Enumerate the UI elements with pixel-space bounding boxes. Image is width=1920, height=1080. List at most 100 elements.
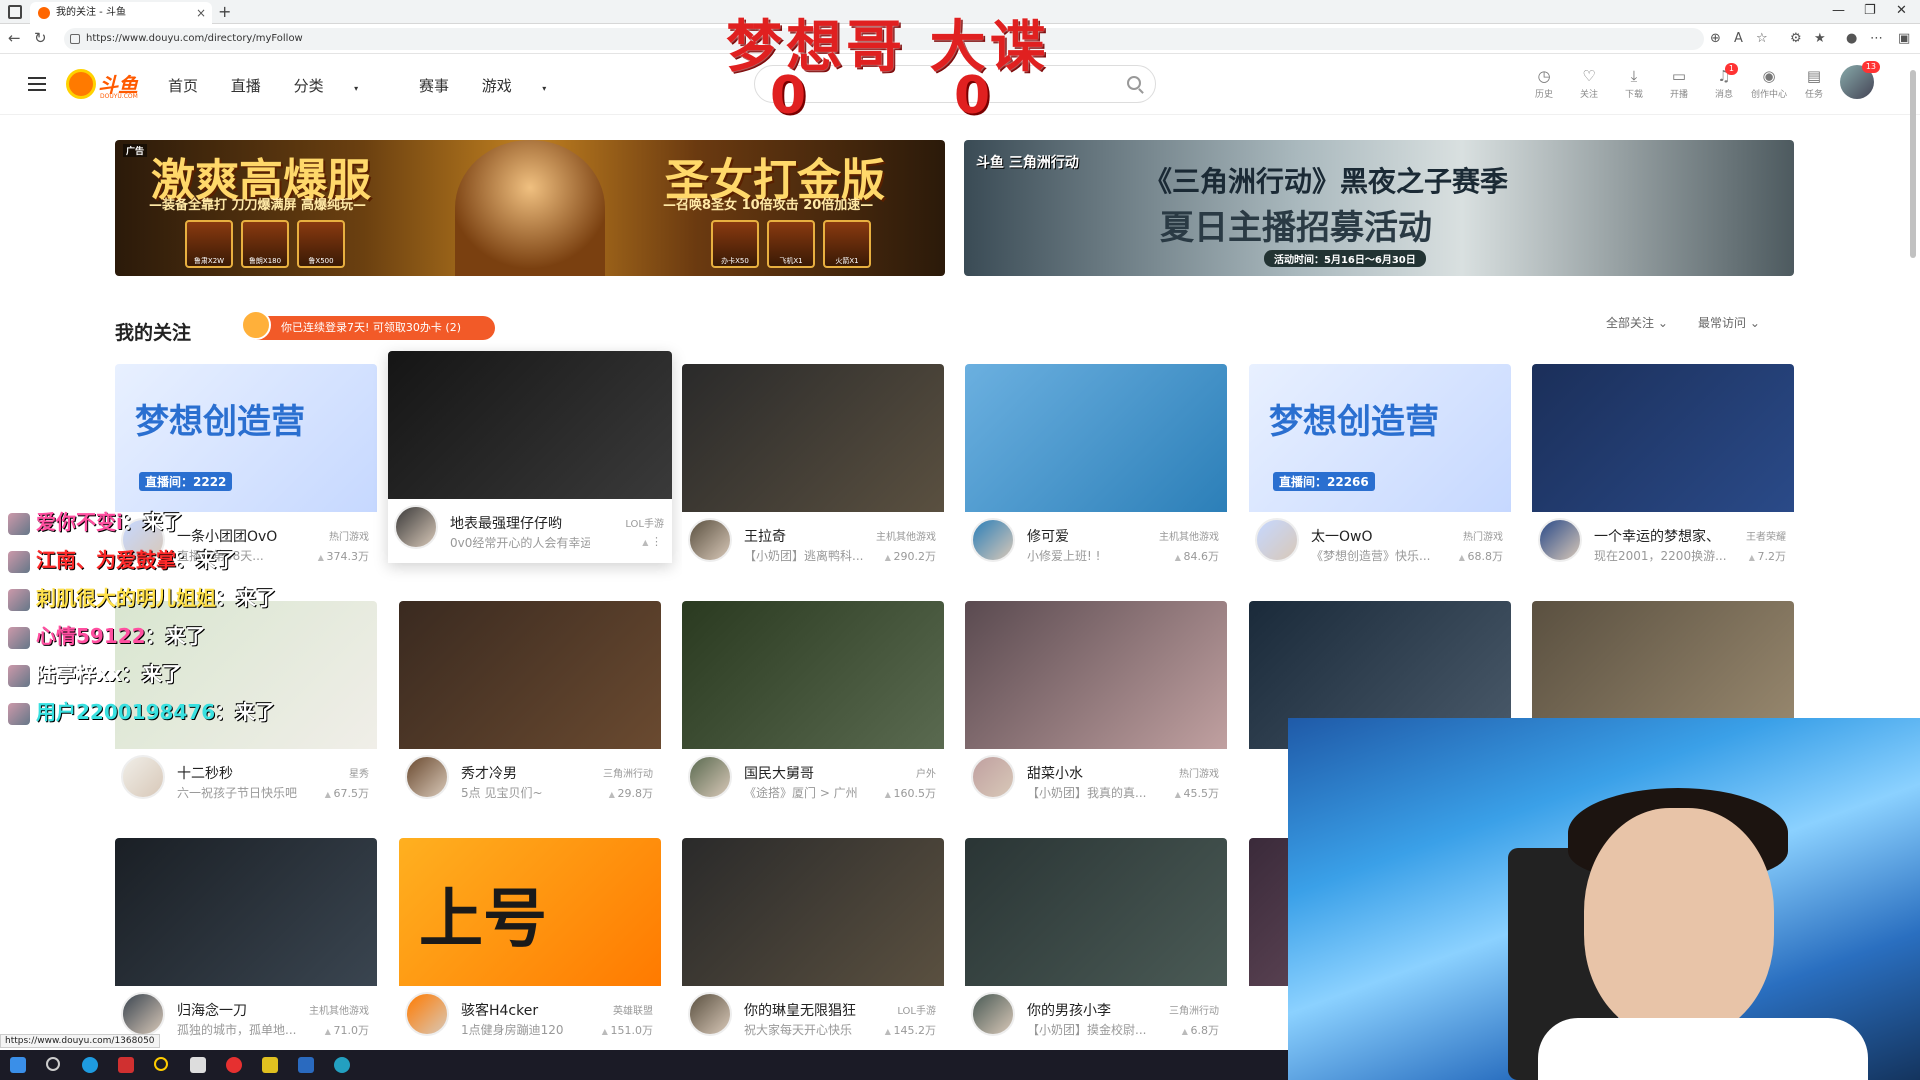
minimize-icon[interactable]: — xyxy=(1832,3,1845,18)
card-thumbnail[interactable] xyxy=(965,838,1227,986)
back-icon[interactable]: ← xyxy=(8,29,21,47)
ad-banner-right[interactable]: 斗鱼 三角洲行动 《三角洲行动》黑夜之子赛季 夏日主播招募活动 活动时间：5月1… xyxy=(964,140,1794,276)
category-label[interactable]: 英雄联盟 xyxy=(613,1002,653,1017)
read-aloud-icon[interactable]: A xyxy=(1734,31,1743,46)
header-camera-button[interactable]: ▭ 开播 xyxy=(1661,67,1697,100)
app-arrow-icon[interactable] xyxy=(190,1057,206,1073)
sidebar-icon[interactable]: ▣ xyxy=(1898,31,1910,46)
category-label[interactable]: 三角洲行动 xyxy=(1169,1002,1219,1017)
search-icon[interactable] xyxy=(46,1057,60,1071)
card-thumbnail[interactable]: 上号 xyxy=(399,838,661,986)
streamer-name[interactable]: 地表最强理仔仔哟 xyxy=(450,513,562,533)
profile-icon[interactable]: ● xyxy=(1846,31,1857,46)
more-options-icon[interactable]: ⋮ xyxy=(642,535,662,548)
card-thumbnail[interactable] xyxy=(399,601,661,749)
extensions-icon[interactable]: ⚙ xyxy=(1790,31,1802,46)
header-heart-button[interactable]: ♡ 关注 xyxy=(1571,67,1607,100)
filter-all-dropdown[interactable]: 全部关注 ⌄ xyxy=(1606,314,1668,331)
streamer-avatar[interactable] xyxy=(971,992,1015,1036)
follow-card[interactable]: 地表最强理仔仔哟 LOL手游 0v0经常开心的人会有幸运! ⋮ xyxy=(388,351,672,563)
collections-icon[interactable]: ★ xyxy=(1814,31,1826,46)
card-thumbnail[interactable] xyxy=(388,351,672,499)
streamer-avatar[interactable] xyxy=(688,992,732,1036)
streamer-name[interactable]: 你的琳皇无限猖狂 xyxy=(744,1000,856,1020)
login-reward-pill[interactable]: 你已连续登录7天! 可领取30办卡 (2) xyxy=(241,310,495,340)
app-red-icon[interactable] xyxy=(226,1057,242,1073)
page-scrollbar[interactable] xyxy=(1910,70,1916,258)
refresh-icon[interactable]: ↻ xyxy=(34,29,47,47)
header-bell-button[interactable]: ♫ 消息 1 xyxy=(1706,63,1742,100)
follow-card[interactable]: 你的男孩小李 三角洲行动【小奶团】摸金校尉... 6.8万 xyxy=(965,838,1227,1050)
streamer-name[interactable]: 一个幸运的梦想家、 xyxy=(1594,526,1720,546)
app-icon[interactable] xyxy=(118,1057,134,1073)
streamer-avatar[interactable] xyxy=(405,755,449,799)
card-thumbnail[interactable] xyxy=(1532,364,1794,512)
follow-card[interactable]: 国民大舅哥 户外《途搭》厦门 > 广州 160.5万 xyxy=(682,601,944,813)
streamer-avatar[interactable] xyxy=(121,992,165,1036)
streamer-name[interactable]: 你的男孩小李 xyxy=(1027,1000,1111,1020)
streamer-avatar[interactable] xyxy=(688,518,732,562)
streamer-avatar[interactable] xyxy=(1538,518,1582,562)
streamer-name[interactable]: 骇客H4cker xyxy=(461,1000,538,1020)
streamer-avatar[interactable] xyxy=(405,992,449,1036)
streamer-name[interactable]: 秀才冷男 xyxy=(461,763,517,783)
favorite-star-icon[interactable]: ☆ xyxy=(1756,31,1768,46)
streamer-avatar[interactable] xyxy=(121,755,165,799)
category-label[interactable]: 王者荣耀 xyxy=(1746,528,1786,543)
follow-card[interactable]: 修可爱 主机其他游戏小修爱上班! ! 84.6万 xyxy=(965,364,1227,576)
menu-icon[interactable] xyxy=(28,77,46,91)
streamer-avatar[interactable] xyxy=(394,505,438,549)
nav-games[interactable]: 游戏 ▾ xyxy=(482,77,575,95)
header-clock-button[interactable]: ◷ 历史 xyxy=(1526,67,1562,100)
streamer-name[interactable]: 甜菜小水 xyxy=(1027,763,1083,783)
category-label[interactable]: 主机其他游戏 xyxy=(309,1002,369,1017)
category-label[interactable]: 星秀 xyxy=(349,765,369,780)
follow-card[interactable]: 上号骇客H4cker 英雄联盟 1点健身房蹦迪120 151.0万 xyxy=(399,838,661,1050)
category-label[interactable]: 三角洲行动 xyxy=(603,765,653,780)
streamer-avatar[interactable] xyxy=(688,755,732,799)
close-tab-icon[interactable]: × xyxy=(196,2,206,24)
category-label[interactable]: 主机其他游戏 xyxy=(876,528,936,543)
app-yellow-icon[interactable] xyxy=(262,1057,278,1073)
streamer-name[interactable]: 一条小团团OvO xyxy=(177,526,277,546)
more-icon[interactable]: ⋯ xyxy=(1870,31,1883,46)
category-label[interactable]: 户外 xyxy=(916,765,936,780)
category-label[interactable]: LOL手游 xyxy=(625,515,664,530)
streamer-name[interactable]: 王拉奇 xyxy=(744,526,786,546)
card-thumbnail[interactable] xyxy=(682,601,944,749)
follow-card[interactable]: 王拉奇 主机其他游戏【小奶团】逃离鸭科... 290.2万 xyxy=(682,364,944,576)
card-thumbnail[interactable]: 梦想创造营 直播间：22266 xyxy=(1249,364,1511,512)
restore-icon[interactable]: ❐ xyxy=(1864,3,1876,18)
streamer-avatar[interactable] xyxy=(1255,518,1299,562)
streamer-name[interactable]: 归海念一刀 xyxy=(177,1000,247,1020)
nav-home[interactable]: 首页 xyxy=(168,77,198,95)
streamer-name[interactable]: 修可爱 xyxy=(1027,526,1069,546)
card-thumbnail[interactable] xyxy=(115,838,377,986)
nav-events[interactable]: 赛事 xyxy=(419,77,449,95)
category-label[interactable]: LOL手游 xyxy=(897,1002,936,1017)
streamer-name[interactable]: 十二秒秒 xyxy=(177,763,233,783)
category-label[interactable]: 热门游戏 xyxy=(329,528,369,543)
app-blue-icon[interactable] xyxy=(334,1057,350,1073)
follow-card[interactable]: 甜菜小水 热门游戏【小奶团】我真的真... 45.5万 xyxy=(965,601,1227,813)
nav-category[interactable]: 分类 ▾ xyxy=(294,77,387,95)
streamer-name[interactable]: 太一OwO xyxy=(1311,526,1373,546)
close-window-icon[interactable]: ✕ xyxy=(1896,3,1907,18)
header-pin-button[interactable]: ◉ 创作中心 xyxy=(1751,67,1787,100)
streamer-avatar[interactable] xyxy=(971,755,1015,799)
user-avatar[interactable]: 13 xyxy=(1840,61,1880,99)
header-download-button[interactable]: ⤓ 下载 xyxy=(1616,67,1652,100)
nav-live[interactable]: 直播 xyxy=(231,77,261,95)
browser-tab[interactable]: 我的关注 - 斗鱼 × xyxy=(30,2,212,24)
follow-card[interactable]: 归海念一刀 主机其他游戏孤独的城市，孤单地... 71.0万 xyxy=(115,838,377,1050)
header-task-button[interactable]: ▤ 任务 xyxy=(1796,67,1832,100)
card-thumbnail[interactable] xyxy=(682,838,944,986)
category-label[interactable]: 主机其他游戏 xyxy=(1159,528,1219,543)
app-circle-icon[interactable] xyxy=(154,1057,168,1071)
search-icon[interactable] xyxy=(1127,76,1141,90)
follow-card[interactable]: 梦想创造营直播间：22266 太一OwO 热门游戏《梦想创造营》快乐... 68.8万 xyxy=(1249,364,1511,576)
streamer-name[interactable]: 国民大舅哥 xyxy=(744,763,814,783)
douyu-logo[interactable]: 斗鱼 DOUYU.COM xyxy=(66,67,140,101)
follow-card[interactable]: 你的琳皇无限猖狂 LOL手游祝大家每天开心快乐 145.2万 xyxy=(682,838,944,1050)
category-label[interactable]: 热门游戏 xyxy=(1463,528,1503,543)
